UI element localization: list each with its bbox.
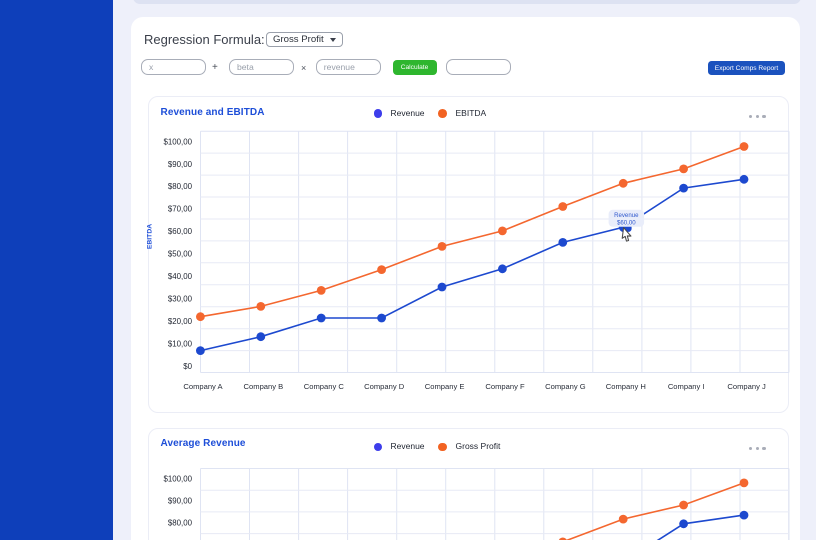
svg-text:Company A: Company A — [183, 382, 223, 391]
svg-text:Company I: Company I — [668, 382, 705, 391]
svg-text:$20,00: $20,00 — [168, 317, 193, 326]
svg-text:$40,00: $40,00 — [168, 272, 193, 281]
svg-text:Company J: Company J — [727, 382, 766, 391]
svg-text:$10,00: $10,00 — [168, 339, 193, 348]
svg-text:$0: $0 — [183, 362, 192, 371]
svg-text:Company C: Company C — [304, 382, 345, 391]
svg-text:$80,00: $80,00 — [168, 182, 193, 191]
svg-text:Company D: Company D — [364, 382, 405, 391]
svg-text:Company F: Company F — [485, 382, 525, 391]
svg-text:$90,00: $90,00 — [168, 496, 193, 505]
svg-text:$30,00: $30,00 — [168, 295, 193, 304]
svg-text:$50,00: $50,00 — [168, 250, 193, 259]
svg-text:$60,00: $60,00 — [617, 220, 636, 227]
svg-text:$70,00: $70,00 — [168, 205, 193, 214]
svg-text:$100,00: $100,00 — [163, 474, 192, 483]
svg-text:Company G: Company G — [545, 382, 586, 391]
svg-text:$80,00: $80,00 — [168, 518, 193, 527]
svg-text:$60,00: $60,00 — [168, 227, 193, 236]
svg-text:Revenue: Revenue — [614, 212, 639, 219]
svg-text:Company H: Company H — [606, 382, 646, 391]
svg-text:$90,00: $90,00 — [168, 160, 193, 169]
svg-text:$100,00: $100,00 — [163, 137, 192, 146]
svg-text:Company E: Company E — [425, 382, 465, 391]
svg-text:Company B: Company B — [244, 382, 284, 391]
